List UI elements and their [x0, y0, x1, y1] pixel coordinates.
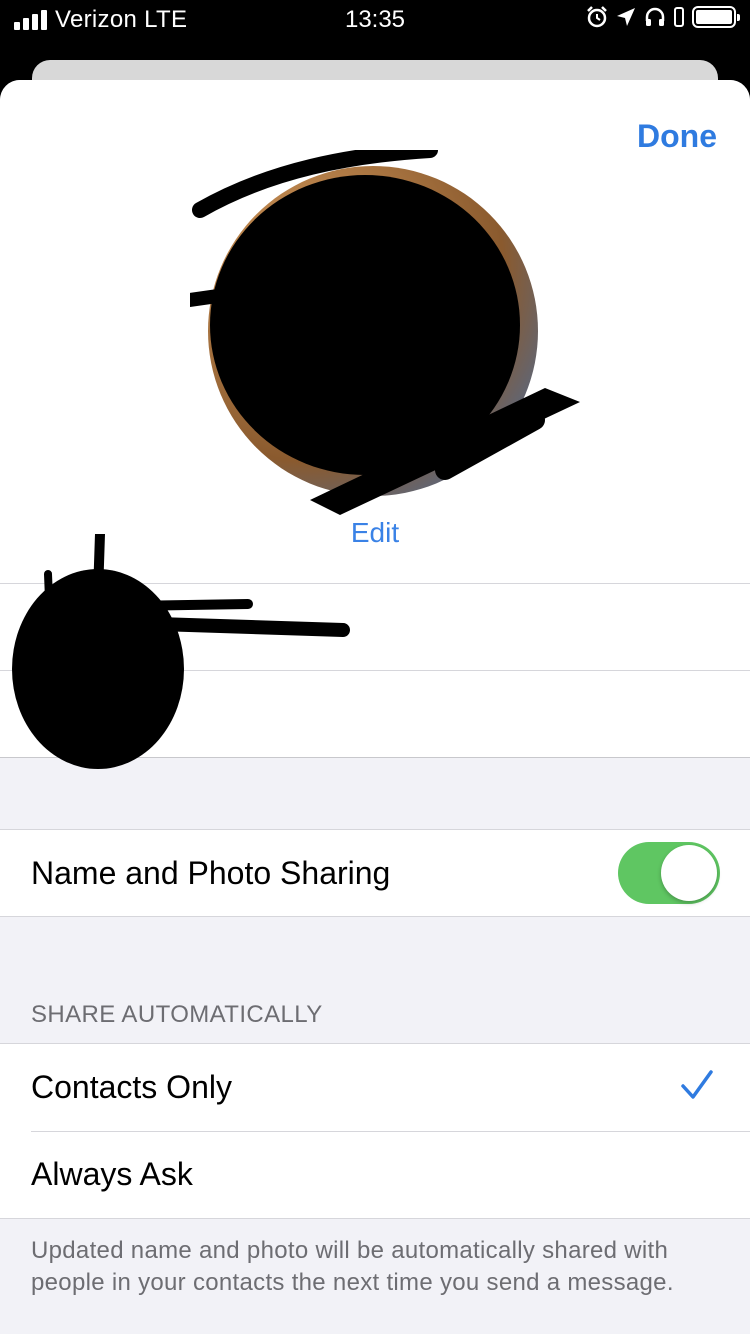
headphones-icon	[645, 7, 665, 26]
alarm-icon	[587, 6, 607, 28]
name-photo-sharing-label: Name and Photo Sharing	[31, 855, 391, 891]
section-header-label: SHARE AUTOMATICALLY	[31, 1001, 323, 1028]
battery-icon	[692, 6, 740, 28]
share-automatically-header: SHARE AUTOMATICALLY	[0, 917, 750, 1043]
option-contacts-only[interactable]: Contacts Only	[0, 1044, 750, 1131]
name-photo-sharing-row: Name and Photo Sharing	[0, 829, 750, 917]
avatar[interactable]	[190, 150, 580, 520]
option-label: Always Ask	[31, 1156, 193, 1192]
option-always-ask[interactable]: Always Ask	[0, 1131, 750, 1218]
toggle-knob	[661, 845, 717, 901]
done-button[interactable]: Done	[637, 118, 717, 155]
name-photo-sharing-toggle[interactable]	[618, 842, 720, 904]
redaction-scribble	[190, 150, 580, 515]
name-fields	[0, 534, 750, 769]
status-right	[586, 6, 740, 28]
redaction-scribble	[12, 534, 350, 769]
option-label: Contacts Only	[31, 1069, 232, 1105]
orientation-lock-icon	[674, 7, 684, 27]
status-bar: Verizon LTE 13:35	[0, 0, 750, 40]
profile-header: Done Edit	[0, 80, 750, 583]
share-options-list: Contacts Only Always Ask	[0, 1043, 750, 1219]
share-footer-note: Updated name and photo will be automatic…	[31, 1237, 674, 1296]
checkmark-icon	[681, 1070, 713, 1099]
location-arrow-icon	[617, 8, 635, 26]
sheet: Done Edit Name and Photo Sharing SHARE A…	[0, 80, 750, 1334]
